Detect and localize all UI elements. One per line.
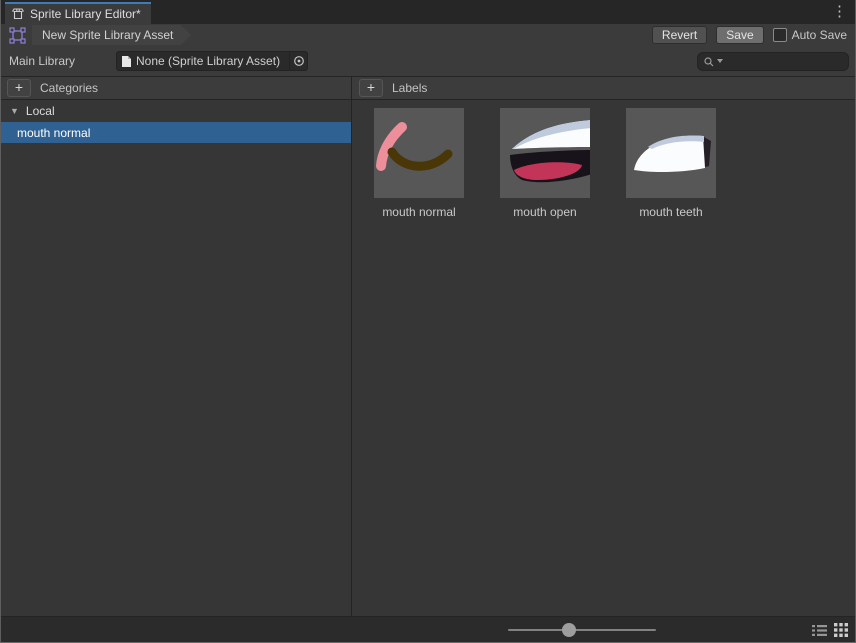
- slider-track[interactable]: [508, 629, 656, 631]
- auto-save-checkbox[interactable]: [772, 28, 787, 42]
- list-view-icon[interactable]: [811, 622, 827, 638]
- label-item-mouth-teeth[interactable]: mouth teeth: [608, 108, 734, 219]
- label-item-mouth-normal[interactable]: mouth normal: [356, 108, 482, 219]
- main-library-row: Main Library None (Sprite Library Asset): [1, 46, 855, 76]
- sprite-library-icon: [12, 8, 24, 20]
- local-group-label: Local: [25, 104, 55, 118]
- categories-header: + Categories: [1, 77, 352, 99]
- main-library-label: Main Library: [9, 54, 76, 68]
- tab-title: Sprite Library Editor*: [30, 7, 141, 21]
- auto-save-toggle[interactable]: Auto Save: [772, 28, 847, 42]
- labels-panel: mouth normal mouth open mouth teeth: [352, 100, 855, 616]
- save-button[interactable]: Save: [716, 26, 764, 44]
- toolbar: New Sprite Library Asset Revert Save Aut…: [1, 24, 855, 46]
- labels-header: + Labels: [352, 77, 855, 99]
- breadcrumb-label: New Sprite Library Asset: [42, 28, 174, 42]
- categories-panel: ▼ Local mouth normal: [1, 100, 352, 616]
- category-row-mouth-normal[interactable]: mouth normal: [1, 122, 351, 143]
- revert-button[interactable]: Revert: [651, 26, 708, 44]
- thumbnail-size-slider[interactable]: [508, 623, 656, 637]
- local-foldout[interactable]: ▼ Local: [1, 100, 351, 122]
- sprite-thumbnail-mouth-normal[interactable]: [374, 108, 464, 198]
- view-mode-switch: [811, 622, 849, 638]
- category-label: mouth normal: [17, 125, 91, 140]
- search-field[interactable]: [697, 52, 849, 71]
- label-text: mouth open: [513, 205, 577, 219]
- bottom-bar: [1, 616, 855, 642]
- label-text: mouth normal: [382, 205, 456, 219]
- labels-title: Labels: [392, 81, 428, 95]
- breadcrumb[interactable]: New Sprite Library Asset: [32, 25, 191, 45]
- sprite-thumbnail-mouth-teeth[interactable]: [626, 108, 716, 198]
- content-area: ▼ Local mouth normal mouth normal mouth …: [1, 100, 855, 616]
- search-filter-caret-icon: [717, 59, 723, 63]
- slider-knob[interactable]: [561, 623, 576, 637]
- tab-strip: Sprite Library Editor* ⋮: [1, 0, 855, 24]
- main-library-object-field[interactable]: None (Sprite Library Asset): [116, 51, 308, 71]
- sprite-library-asset-icon: [9, 26, 26, 44]
- search-icon: [704, 56, 714, 66]
- kebab-menu-icon[interactable]: ⋮: [832, 2, 847, 22]
- grid-view-icon[interactable]: [833, 622, 849, 638]
- asset-file-icon: [122, 55, 131, 67]
- label-item-mouth-open[interactable]: mouth open: [482, 108, 608, 219]
- toolbar-actions: Revert Save Auto Save: [651, 24, 847, 46]
- label-grid: mouth normal mouth open mouth teeth: [352, 108, 855, 219]
- label-text: mouth teeth: [639, 205, 703, 219]
- panel-headers: + Categories + Labels: [1, 76, 855, 100]
- search-input[interactable]: [725, 54, 843, 69]
- sprite-library-editor-window: Sprite Library Editor* ⋮ New Sprite Libr…: [0, 0, 856, 643]
- categories-title: Categories: [40, 81, 99, 95]
- auto-save-label: Auto Save: [791, 28, 847, 42]
- add-category-button[interactable]: +: [7, 79, 31, 97]
- object-field-value: None (Sprite Library Asset): [136, 54, 281, 68]
- sprite-thumbnail-mouth-open[interactable]: [500, 108, 590, 198]
- object-picker-icon[interactable]: [289, 52, 307, 70]
- tab-sprite-library-editor[interactable]: Sprite Library Editor*: [5, 2, 151, 24]
- add-label-button[interactable]: +: [359, 79, 383, 97]
- foldout-arrow-icon: ▼: [10, 106, 19, 116]
